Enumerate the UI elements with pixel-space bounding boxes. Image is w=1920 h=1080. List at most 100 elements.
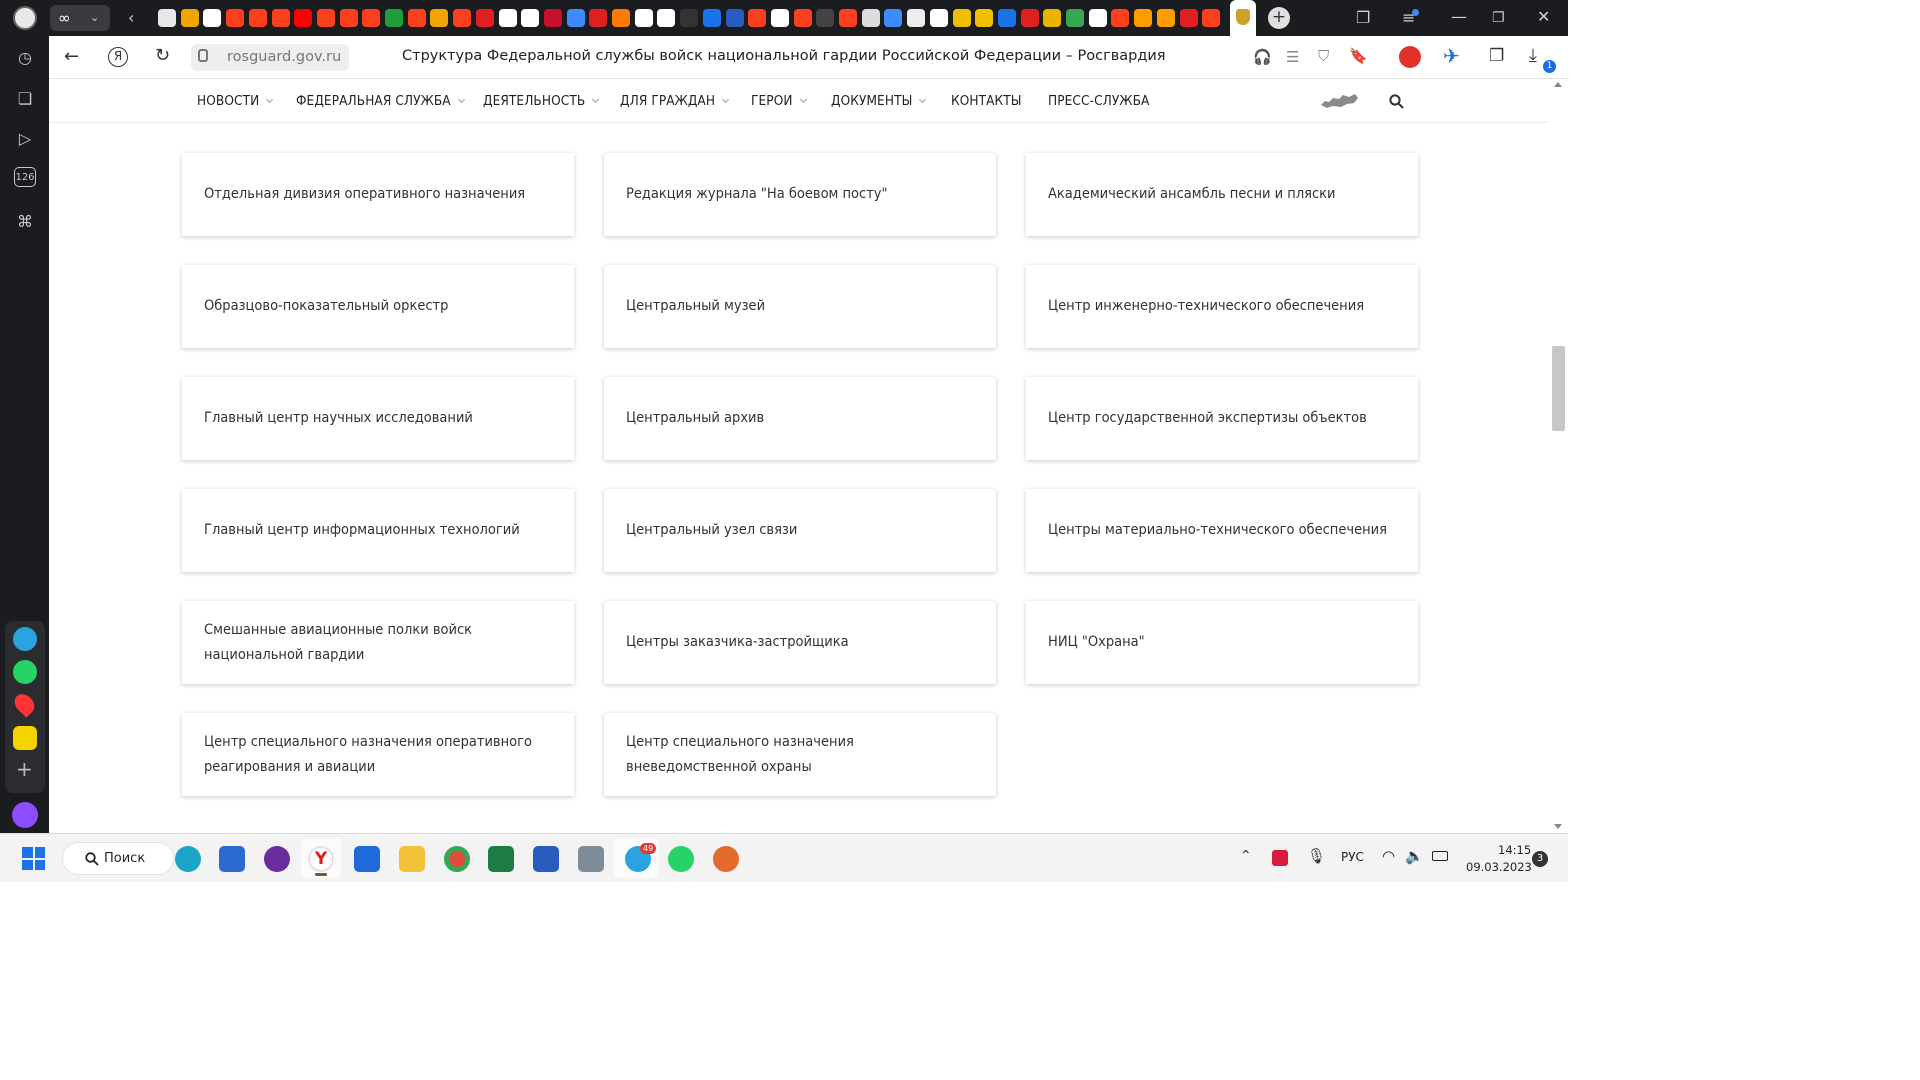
card-magazine-editorial[interactable]: Редакция журнала "На боевом посту" bbox=[604, 153, 996, 236]
card-exemplary-orchestra[interactable]: Образцово-показательный оркестр bbox=[182, 265, 574, 348]
pinned-tab-favicon[interactable] bbox=[907, 9, 926, 27]
pinned-tab-favicon[interactable] bbox=[1088, 9, 1107, 27]
input-language[interactable]: РУС bbox=[1341, 850, 1364, 864]
pinned-tab-favicon[interactable] bbox=[1111, 9, 1130, 27]
adblock-extension-icon[interactable] bbox=[1399, 46, 1421, 68]
protect-icon[interactable]: ⛉ bbox=[1318, 47, 1329, 65]
pinned-tab-favicon[interactable] bbox=[680, 9, 699, 27]
pinned-tab-favicon[interactable] bbox=[793, 9, 812, 27]
pinned-tab-favicon[interactable] bbox=[816, 9, 835, 27]
pinned-tab-favicon[interactable] bbox=[1156, 9, 1175, 27]
show-hidden-icons-chevron-icon[interactable]: ⌃ bbox=[1240, 848, 1252, 864]
card-it-center[interactable]: Главный центр информационных технологий bbox=[182, 489, 574, 572]
pinned-tab-favicon[interactable] bbox=[521, 9, 540, 27]
downloads-icon[interactable]: ⤓ bbox=[1529, 45, 1537, 66]
translate-extension-icon[interactable]: ✈ bbox=[1443, 44, 1460, 68]
reload-icon[interactable]: ↻ bbox=[155, 45, 170, 66]
pinned-tab-favicon[interactable] bbox=[1066, 9, 1084, 27]
pinned-tab-favicon[interactable] bbox=[612, 9, 630, 27]
card-aviation-regiments[interactable]: Смешанные авиационные полки войск национ… bbox=[182, 601, 574, 684]
tabs-back-icon[interactable]: ‹ bbox=[128, 9, 134, 27]
calculator-icon[interactable] bbox=[578, 846, 604, 872]
history-icon[interactable]: ◷ bbox=[12, 44, 38, 70]
pinned-tab-favicon[interactable] bbox=[180, 9, 199, 27]
tray-app-icon[interactable] bbox=[1272, 850, 1288, 866]
pinned-tab-favicon[interactable] bbox=[929, 9, 948, 27]
scroll-down-arrow-icon[interactable] bbox=[1554, 824, 1562, 829]
yandex-pay-icon[interactable] bbox=[13, 726, 37, 750]
battery-icon[interactable] bbox=[1432, 851, 1448, 861]
pinned-tab-favicon[interactable] bbox=[702, 9, 721, 27]
yandex-browser-taskbar-item[interactable]: Y bbox=[301, 838, 341, 878]
collections-icon[interactable]: ❐ bbox=[1356, 9, 1370, 27]
pinned-tab-favicon[interactable] bbox=[861, 9, 880, 27]
pinned-tab-favicon[interactable] bbox=[271, 9, 290, 27]
windows-start-icon[interactable] bbox=[22, 847, 45, 870]
pinned-tab-favicon[interactable] bbox=[407, 9, 426, 27]
telegram-taskbar-item[interactable]: 49 bbox=[614, 838, 658, 878]
counter-badge[interactable]: 126 bbox=[14, 167, 36, 187]
pinned-tab-favicon[interactable] bbox=[543, 9, 562, 27]
scrollbar-thumb[interactable] bbox=[1552, 346, 1565, 431]
card-construction-customer[interactable]: Центры заказчика-застройщика bbox=[604, 601, 996, 684]
yandex-logo-icon[interactable]: Я bbox=[108, 47, 128, 67]
pinned-tab-favicon[interactable] bbox=[839, 9, 857, 27]
clock-time[interactable]: 14:15 bbox=[1498, 843, 1531, 857]
chrome-icon[interactable] bbox=[444, 846, 470, 872]
nav-item-news[interactable]: НОВОСТИ bbox=[197, 93, 274, 109]
pinned-tab-favicon[interactable] bbox=[248, 9, 267, 27]
collections-panel-icon[interactable]: ❏ bbox=[12, 85, 38, 111]
edge-icon[interactable] bbox=[175, 846, 201, 872]
pinned-tab-favicon[interactable] bbox=[997, 9, 1016, 27]
notification-count-badge[interactable]: 3 bbox=[1532, 851, 1548, 867]
app-icon[interactable] bbox=[713, 846, 739, 872]
pinned-tab-favicon[interactable] bbox=[475, 9, 494, 27]
workspace-switcher[interactable]: ∞ ⌄ bbox=[50, 5, 110, 31]
nav-item-activity[interactable]: ДЕЯТЕЛЬНОСТЬ bbox=[483, 93, 600, 109]
card-logistics-centers[interactable]: Центры материально-технического обеспече… bbox=[1026, 489, 1418, 572]
excel-icon[interactable] bbox=[488, 846, 514, 872]
pinned-tab-favicon[interactable] bbox=[1020, 9, 1039, 27]
alice-assistant-icon[interactable] bbox=[12, 802, 38, 828]
pinned-tab-favicon[interactable] bbox=[634, 9, 653, 27]
card-special-private-security[interactable]: Центр специального назначения вневедомст… bbox=[604, 713, 996, 796]
wifi-icon[interactable]: ◠ bbox=[1382, 847, 1395, 865]
active-tab[interactable] bbox=[1230, 0, 1256, 36]
search-icon[interactable] bbox=[1389, 94, 1404, 109]
video-icon[interactable]: ▷ bbox=[12, 125, 38, 151]
pinned-tab-favicon[interactable] bbox=[952, 9, 971, 27]
volume-icon[interactable]: 🔈 bbox=[1405, 847, 1424, 865]
clock-date[interactable]: 09.03.2023 bbox=[1466, 860, 1532, 874]
pinned-tab-favicon[interactable] bbox=[566, 9, 585, 27]
bookmark-icon[interactable]: 🔖 bbox=[1349, 47, 1368, 65]
card-song-dance-ensemble[interactable]: Академический ансамбль песни и пляски bbox=[1026, 153, 1418, 236]
card-engineering-center[interactable]: Центр инженерно-технического обеспечения bbox=[1026, 265, 1418, 348]
pinned-tab-favicon[interactable] bbox=[748, 9, 767, 27]
pinned-tab-favicon[interactable] bbox=[1179, 9, 1198, 27]
screenshot-icon[interactable]: ⌘ bbox=[12, 208, 38, 234]
media-player-icon[interactable] bbox=[264, 846, 290, 872]
maps-pin-icon[interactable] bbox=[10, 690, 39, 718]
word-icon[interactable] bbox=[533, 846, 559, 872]
card-expertise-center[interactable]: Центр государственной экспертизы объекто… bbox=[1026, 377, 1418, 460]
pinned-tab-favicon[interactable] bbox=[657, 9, 676, 27]
pinned-tab-favicon[interactable] bbox=[203, 9, 222, 27]
headphones-icon[interactable]: 🎧 bbox=[1253, 48, 1272, 66]
pinned-tab-favicon[interactable] bbox=[589, 9, 608, 27]
back-arrow-icon[interactable]: ← bbox=[64, 46, 79, 67]
url-pill[interactable]: rosguard.gov.ru bbox=[191, 44, 349, 71]
add-app-icon[interactable]: + bbox=[16, 759, 33, 779]
pinned-tab-favicon[interactable] bbox=[498, 9, 517, 27]
card-communications-hub[interactable]: Центральный узел связи bbox=[604, 489, 996, 572]
pinned-tab-favicon[interactable] bbox=[158, 9, 176, 27]
scroll-up-arrow-icon[interactable] bbox=[1554, 82, 1562, 87]
restore-icon[interactable]: ❐ bbox=[1492, 9, 1505, 27]
pinned-tab-favicon[interactable] bbox=[725, 9, 744, 27]
mail-icon[interactable] bbox=[354, 846, 380, 872]
nav-item-press-service[interactable]: ПРЕСС-СЛУЖБА bbox=[1048, 93, 1149, 109]
pinned-tab-favicon[interactable] bbox=[1043, 9, 1062, 27]
pinned-tab-favicon[interactable] bbox=[430, 9, 449, 27]
pinned-tab-favicon[interactable] bbox=[385, 9, 403, 27]
profile-avatar[interactable] bbox=[13, 6, 37, 30]
telegram-icon[interactable] bbox=[13, 627, 37, 651]
